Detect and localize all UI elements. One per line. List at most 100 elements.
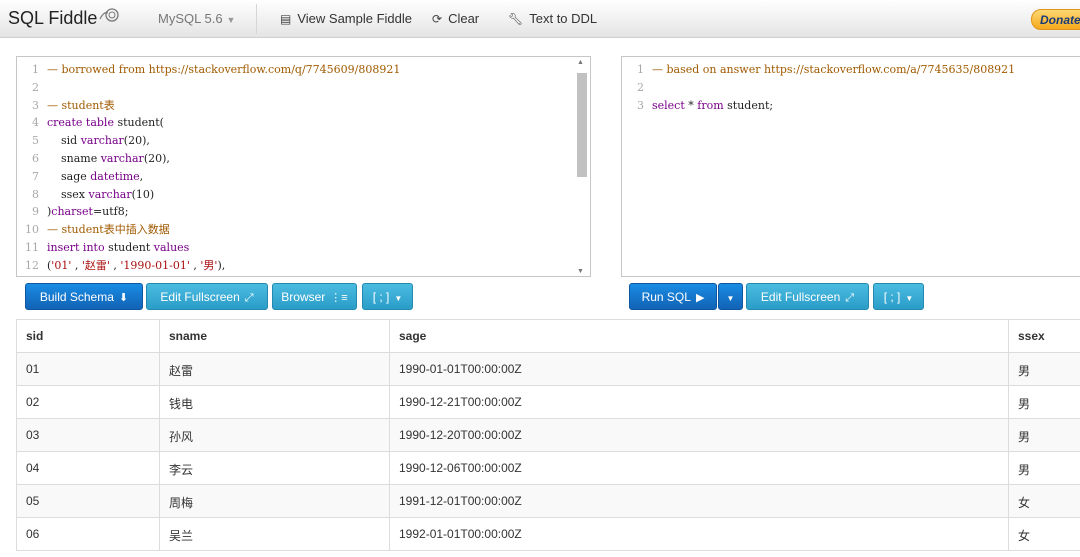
line-number: 5	[32, 134, 39, 148]
code-line[interactable]: 2	[622, 79, 652, 96]
database-select-label: MySQL 5.6	[158, 11, 223, 26]
clear-label: Clear	[448, 11, 480, 26]
scroll-down-icon[interactable]: ▼	[577, 268, 584, 275]
cell-ssex: 女	[1008, 518, 1080, 551]
line-number: 11	[25, 241, 39, 254]
code-token: sname	[47, 152, 101, 165]
code-token: from	[697, 98, 728, 112]
table-row: 02 钱电 1990-12-21T00:00:00Z 男	[16, 385, 1080, 419]
code-token: varchar	[80, 134, 124, 148]
code-line[interactable]: 4 create table student(	[17, 114, 164, 131]
tree-icon: ⋮≡	[330, 292, 348, 304]
line-number: 1	[637, 63, 644, 76]
expand-icon: ⤢	[845, 292, 855, 304]
table-row: 03 孙风 1990-12-20T00:00:00Z 男	[16, 418, 1080, 452]
query-editor[interactable]: 1 — based on answer https://stackoverflow…	[621, 56, 1080, 277]
line-number: 12	[25, 258, 39, 272]
cell-sage: 1991-12-01T00:00:00Z	[389, 485, 1008, 518]
caret-down-icon: ▼	[394, 294, 403, 303]
code-token: 表中插入数据	[103, 223, 170, 237]
table-row: 04 李云 1990-12-06T00:00:00Z 男	[16, 451, 1080, 485]
clear-link[interactable]: ⟳ Clear	[432, 11, 479, 26]
code-token: insert into	[47, 241, 109, 254]
code-token: student;	[727, 98, 774, 112]
code-token: student(	[117, 116, 164, 130]
edit-fullscreen-schema-label: Edit Fullscreen	[160, 290, 240, 304]
edit-fullscreen-schema-button[interactable]: Edit Fullscreen ⤢	[146, 283, 268, 310]
code-token: — borrowed from https://stackoverflow.co…	[47, 63, 401, 76]
code-token: (20),	[123, 134, 150, 148]
code-token: sage	[47, 169, 91, 183]
cell-sname: 钱电	[159, 386, 389, 419]
column-header-sid: sid	[16, 320, 159, 353]
code-line[interactable]: 1 — based on answer https://stackoverflow…	[622, 61, 1015, 78]
cell-sage: 1992-01-01T00:00:00Z	[389, 518, 1008, 551]
line-number: 2	[637, 80, 644, 94]
run-sql-button[interactable]: Run SQL ▶	[629, 283, 717, 310]
code-line[interactable]: 11 insert into student values	[17, 239, 189, 256]
cell-sname: 李云	[159, 452, 389, 485]
code-line[interactable]: 10 — student表中插入数据	[17, 221, 170, 238]
code-token: '01'	[51, 258, 72, 272]
line-number: 6	[32, 152, 39, 165]
code-line[interactable]: 3 select * from student;	[622, 97, 773, 114]
cell-ssex: 女	[1008, 485, 1080, 518]
code-line[interactable]: 6 sname varchar(20),	[17, 150, 170, 167]
code-token: charset	[51, 205, 93, 219]
build-schema-label: Build Schema	[39, 290, 114, 304]
code-line[interactable]: 7 sage datetime,	[17, 168, 143, 185]
code-token: *	[688, 98, 698, 112]
cell-sname: 孙风	[159, 419, 389, 452]
table-row: 01 赵雷 1990-01-01T00:00:00Z 男	[16, 352, 1080, 386]
line-number: 10	[25, 223, 39, 237]
code-token: =utf8;	[92, 205, 129, 219]
browser-label: Browser	[281, 290, 326, 304]
code-line[interactable]: 9)charset=utf8;	[17, 203, 128, 220]
download-icon: ⬇	[118, 292, 129, 304]
statement-terminator-query-label: [ ; ]	[883, 290, 901, 304]
browser-button[interactable]: Browser ⋮≡	[272, 283, 357, 310]
code-line[interactable]: 1 — borrowed from https://stackoverflow.c…	[17, 61, 400, 78]
build-schema-button[interactable]: Build Schema ⬇	[25, 283, 143, 310]
view-sample-fiddle-link[interactable]: ▤ View Sample Fiddle	[280, 11, 412, 26]
code-line[interactable]: 8 ssex varchar(10)	[17, 186, 154, 203]
run-sql-label: Run SQL	[641, 290, 691, 304]
scroll-up-icon[interactable]: ▲	[577, 59, 584, 66]
code-token: varchar	[100, 152, 144, 165]
brand-title: SQL Fiddle	[8, 8, 98, 28]
code-line[interactable]: 2	[17, 79, 47, 96]
code-token: select	[652, 98, 689, 112]
schema-editor[interactable]: 1 — borrowed from https://stackoverflow.c…	[16, 56, 591, 277]
code-token: — student	[47, 98, 104, 112]
code-token: ,	[71, 258, 82, 272]
cell-sname: 吴兰	[159, 518, 389, 551]
line-number: 3	[637, 98, 644, 112]
run-sql-dropdown-button[interactable]: ▼	[718, 283, 743, 310]
cell-sage: 1990-12-21T00:00:00Z	[389, 386, 1008, 419]
statement-terminator-schema-dropdown[interactable]: [ ; ] ▼	[362, 283, 413, 310]
code-line[interactable]: 12 ('01' , '赵雷' , '1990-01-01' , '男'),	[17, 257, 225, 274]
statement-terminator-query-dropdown[interactable]: [ ; ] ▼	[873, 283, 924, 310]
column-header-sname: sname	[159, 320, 389, 353]
line-number: 2	[32, 80, 39, 94]
cell-sage: 1990-12-20T00:00:00Z	[389, 419, 1008, 452]
scrollbar-thumb[interactable]	[577, 73, 587, 177]
edit-fullscreen-query-button[interactable]: Edit Fullscreen ⤢	[746, 283, 869, 310]
brand-logo[interactable]: SQL Fiddle	[8, 7, 121, 29]
line-number: 8	[32, 187, 39, 201]
text-to-ddl-link[interactable]: 🔧︎ Text to DDL	[508, 11, 597, 26]
play-icon: ▶	[695, 292, 705, 304]
schema-editor-scrollbar[interactable]: ▲ ▼	[575, 59, 587, 275]
donate-button[interactable]: Donate	[1031, 9, 1080, 30]
database-select[interactable]: MySQL 5.6 ▼	[158, 11, 235, 26]
line-number: 4	[32, 116, 39, 130]
cell-sid: 02	[16, 386, 159, 419]
code-line[interactable]: 3 — student表	[17, 97, 115, 114]
cell-sid: 06	[16, 518, 159, 551]
caret-down-icon: ▼	[905, 294, 914, 303]
code-line[interactable]: 5 sid varchar(20),	[17, 132, 150, 149]
table-row	[16, 550, 1080, 557]
cell-ssex: 男	[1008, 419, 1080, 452]
code-token: ,	[189, 258, 201, 272]
cell-sage: 1990-01-01T00:00:00Z	[389, 353, 1008, 386]
